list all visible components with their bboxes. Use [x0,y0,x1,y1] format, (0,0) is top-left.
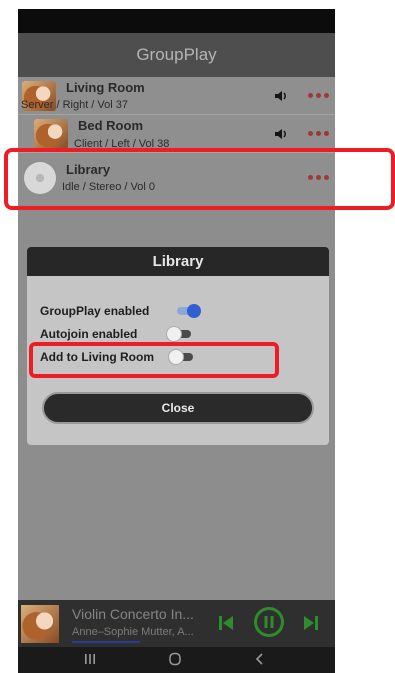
dialog-header: Library [27,247,329,276]
room-status: Client / Left / Vol 38 [74,138,170,148]
groupplay-enabled-toggle[interactable] [175,304,201,318]
playback-progress-bar [72,641,140,643]
more-options-icon[interactable] [308,93,329,98]
back-icon[interactable] [253,652,267,666]
more-options-icon[interactable] [308,131,329,136]
system-nav-bar [18,647,335,673]
track-artist: Anne–Sophie Mutter, A... [72,626,194,638]
album-art [34,119,68,149]
pause-icon[interactable] [253,606,285,638]
status-bar [18,9,335,33]
skip-previous-icon[interactable] [216,613,236,633]
room-row-living-room[interactable]: Living Room Server / Right / Vol 37 [18,77,335,115]
autojoin-enabled-toggle[interactable] [167,327,193,341]
autojoin-enabled-label: Autojoin enabled [40,327,138,341]
close-button[interactable]: Close [42,392,314,424]
groupplay-enabled-label: GroupPlay enabled [40,304,150,318]
room-name: Living Room [66,80,145,95]
recent-apps-icon[interactable] [83,652,97,666]
library-row-highlight [4,148,395,210]
app-title: GroupPlay [136,45,217,64]
app-header: GroupPlay [18,33,335,77]
room-status: Server / Right / Vol 37 [21,99,128,111]
dialog-title: Library [152,253,204,270]
phone-screen: GroupPlay Living Room Server / Right / V… [18,9,335,673]
close-button-label: Close [161,401,195,415]
album-art [21,605,59,643]
track-title: Violin Concerto In... [72,606,194,622]
speaker-icon[interactable] [273,126,289,142]
add-to-living-room-highlight [29,342,279,378]
home-icon[interactable] [168,652,182,666]
speaker-icon[interactable] [273,88,289,104]
skip-next-icon[interactable] [301,613,321,633]
room-name: Bed Room [78,118,143,133]
mini-player[interactable]: Violin Concerto In... Anne–Sophie Mutter… [18,600,335,647]
